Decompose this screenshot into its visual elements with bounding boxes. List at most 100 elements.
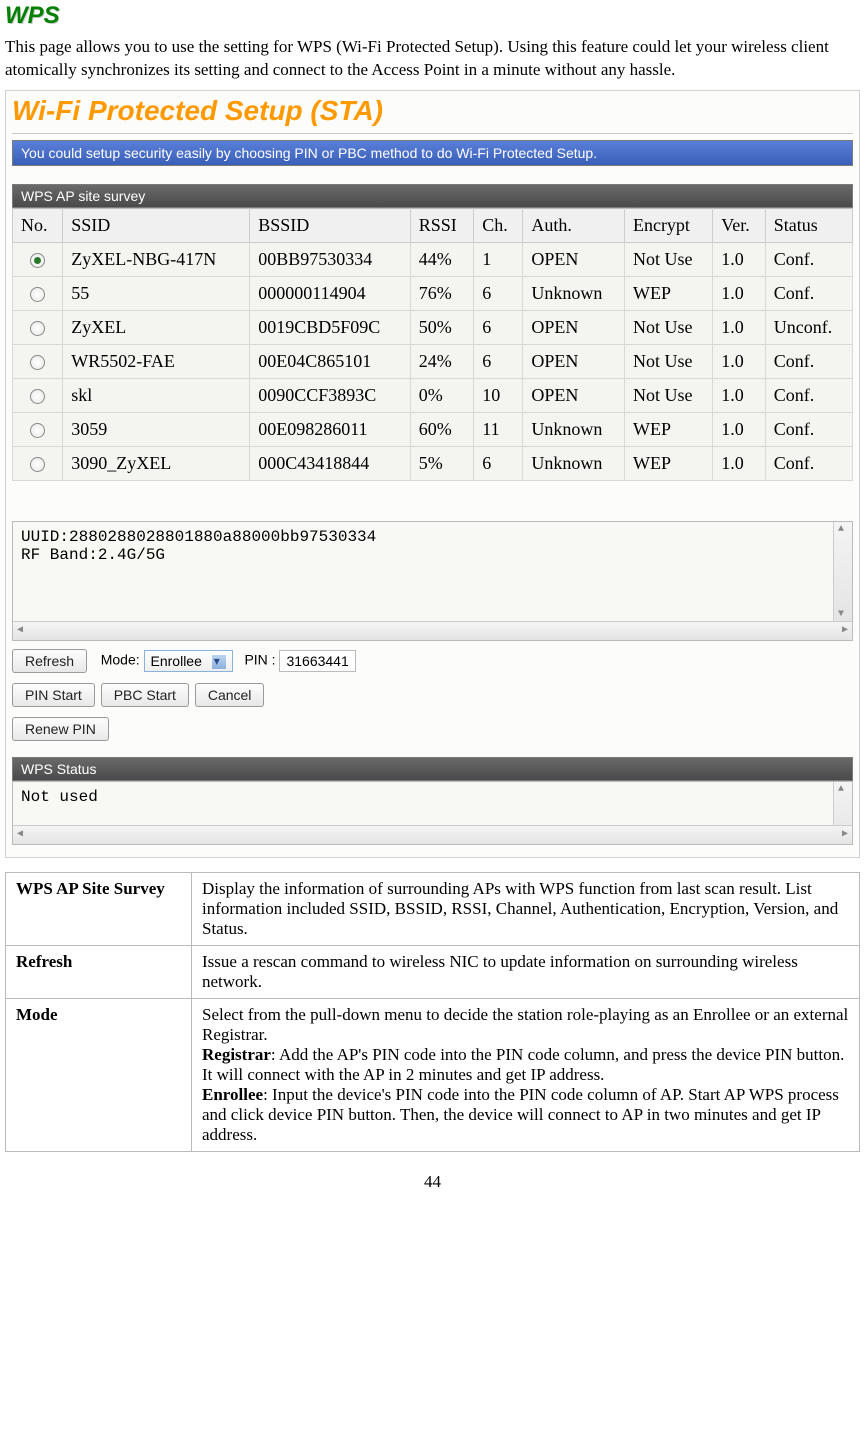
radio-icon[interactable] bbox=[30, 423, 45, 438]
mode-select[interactable]: Enrollee bbox=[144, 650, 233, 672]
col-status: Status bbox=[765, 208, 852, 242]
cell-ssid: skl bbox=[63, 378, 250, 412]
cell-ch: 10 bbox=[474, 378, 523, 412]
cell-auth: Unknown bbox=[523, 446, 625, 480]
table-row[interactable]: 3090_ZyXEL000C434188445%6UnknownWEP1.0Co… bbox=[13, 446, 853, 480]
cell-auth: OPEN bbox=[523, 242, 625, 276]
renew-pin-button[interactable]: Renew PIN bbox=[12, 717, 109, 741]
cell-encrypt: WEP bbox=[624, 446, 712, 480]
cell-encrypt: Not Use bbox=[624, 310, 712, 344]
cell-bssid: 000000114904 bbox=[250, 276, 411, 310]
uuid-textarea[interactable]: UUID:2880288028801880a88000bb97530334 RF… bbox=[12, 521, 853, 641]
registrar-text: : Add the AP's PIN code into the PIN cod… bbox=[202, 1045, 844, 1084]
table-row: WPS AP Site Survey Display the informati… bbox=[6, 872, 860, 945]
cell-status: Unconf. bbox=[765, 310, 852, 344]
col-encrypt: Encrypt bbox=[624, 208, 712, 242]
cell-ch: 6 bbox=[474, 446, 523, 480]
desc-val: Display the information of surrounding A… bbox=[192, 872, 860, 945]
cell-bssid: 0090CCF3893C bbox=[250, 378, 411, 412]
mode-intro: Select from the pull-down menu to decide… bbox=[202, 1005, 848, 1044]
cell-ver: 1.0 bbox=[713, 378, 766, 412]
cancel-button[interactable]: Cancel bbox=[195, 683, 265, 707]
desc-val: Issue a rescan command to wireless NIC t… bbox=[192, 945, 860, 998]
cell-rssi: 0% bbox=[410, 378, 474, 412]
description-table: WPS AP Site Survey Display the informati… bbox=[5, 872, 860, 1152]
info-bar: You could setup security easily by choos… bbox=[12, 140, 853, 166]
cell-encrypt: Not Use bbox=[624, 344, 712, 378]
pin-start-button[interactable]: PIN Start bbox=[12, 683, 95, 707]
chevron-down-icon bbox=[212, 655, 226, 669]
desc-key: Refresh bbox=[6, 945, 192, 998]
cell-status: Conf. bbox=[765, 276, 852, 310]
cell-ch: 6 bbox=[474, 276, 523, 310]
table-row[interactable]: 5500000011490476%6UnknownWEP1.0Conf. bbox=[13, 276, 853, 310]
radio-icon[interactable] bbox=[30, 321, 45, 336]
cell-ssid: ZyXEL-NBG-417N bbox=[63, 242, 250, 276]
status-header: WPS Status bbox=[12, 757, 853, 781]
cell-ver: 1.0 bbox=[713, 446, 766, 480]
cell-bssid: 000C43418844 bbox=[250, 446, 411, 480]
table-row[interactable]: ZyXEL-NBG-417N00BB9753033444%1OPENNot Us… bbox=[13, 242, 853, 276]
col-ver: Ver. bbox=[713, 208, 766, 242]
refresh-button[interactable]: Refresh bbox=[12, 649, 87, 673]
cell-ver: 1.0 bbox=[713, 310, 766, 344]
uuid-line2: RF Band:2.4G/5G bbox=[21, 546, 844, 564]
section-title: WPS bbox=[5, 2, 860, 30]
cell-bssid: 00E098286011 bbox=[250, 412, 411, 446]
divider bbox=[12, 133, 853, 134]
cell-rssi: 60% bbox=[410, 412, 474, 446]
radio-icon[interactable] bbox=[30, 287, 45, 302]
cell-rssi: 50% bbox=[410, 310, 474, 344]
status-text: Not used bbox=[21, 788, 98, 806]
panel-title: Wi-Fi Protected Setup (STA) bbox=[12, 95, 859, 127]
enrollee-text: : Input the device's PIN code into the P… bbox=[202, 1085, 839, 1144]
radio-icon[interactable] bbox=[30, 253, 45, 268]
radio-icon[interactable] bbox=[30, 457, 45, 472]
status-textarea[interactable]: Not used bbox=[12, 781, 853, 845]
cell-ssid: 3059 bbox=[63, 412, 250, 446]
registrar-label: Registrar bbox=[202, 1045, 271, 1064]
desc-key: Mode bbox=[6, 998, 192, 1151]
mode-select-value: Enrollee bbox=[151, 653, 202, 669]
cell-ssid: 55 bbox=[63, 276, 250, 310]
table-header-row: No. SSID BSSID RSSI Ch. Auth. Encrypt Ve… bbox=[13, 208, 853, 242]
survey-header: WPS AP site survey bbox=[12, 184, 853, 208]
cell-status: Conf. bbox=[765, 412, 852, 446]
scrollbar-horizontal-icon[interactable] bbox=[13, 825, 852, 844]
section-intro: This page allows you to use the setting … bbox=[5, 36, 860, 82]
cell-auth: OPEN bbox=[523, 378, 625, 412]
radio-icon[interactable] bbox=[30, 389, 45, 404]
desc-key: WPS AP Site Survey bbox=[6, 872, 192, 945]
col-auth: Auth. bbox=[523, 208, 625, 242]
cell-rssi: 5% bbox=[410, 446, 474, 480]
cell-ch: 1 bbox=[474, 242, 523, 276]
cell-auth: Unknown bbox=[523, 412, 625, 446]
col-ssid: SSID bbox=[63, 208, 250, 242]
cell-bssid: 00BB97530334 bbox=[250, 242, 411, 276]
wps-panel: Wi-Fi Protected Setup (STA) You could se… bbox=[5, 90, 860, 858]
scrollbar-vertical-icon[interactable] bbox=[833, 522, 852, 622]
cell-ver: 1.0 bbox=[713, 242, 766, 276]
cell-encrypt: WEP bbox=[624, 412, 712, 446]
table-row[interactable]: 305900E09828601160%11UnknownWEP1.0Conf. bbox=[13, 412, 853, 446]
pbc-start-button[interactable]: PBC Start bbox=[101, 683, 189, 707]
cell-ssid: ZyXEL bbox=[63, 310, 250, 344]
enrollee-label: Enrollee bbox=[202, 1085, 263, 1104]
col-no: No. bbox=[13, 208, 63, 242]
scrollbar-horizontal-icon[interactable] bbox=[13, 621, 852, 640]
cell-ver: 1.0 bbox=[713, 344, 766, 378]
table-row[interactable]: ZyXEL0019CBD5F09C50%6OPENNot Use1.0Uncon… bbox=[13, 310, 853, 344]
radio-icon[interactable] bbox=[30, 355, 45, 370]
pin-label: PIN : bbox=[244, 652, 275, 668]
table-row[interactable]: skl0090CCF3893C0%10OPENNot Use1.0Conf. bbox=[13, 378, 853, 412]
table-row: Mode Select from the pull-down menu to d… bbox=[6, 998, 860, 1151]
cell-status: Conf. bbox=[765, 344, 852, 378]
cell-status: Conf. bbox=[765, 446, 852, 480]
pin-input[interactable]: 31663441 bbox=[279, 650, 355, 672]
cell-auth: OPEN bbox=[523, 344, 625, 378]
col-bssid: BSSID bbox=[250, 208, 411, 242]
cell-bssid: 0019CBD5F09C bbox=[250, 310, 411, 344]
survey-table: No. SSID BSSID RSSI Ch. Auth. Encrypt Ve… bbox=[12, 208, 853, 481]
desc-val: Select from the pull-down menu to decide… bbox=[192, 998, 860, 1151]
table-row[interactable]: WR5502-FAE00E04C86510124%6OPENNot Use1.0… bbox=[13, 344, 853, 378]
